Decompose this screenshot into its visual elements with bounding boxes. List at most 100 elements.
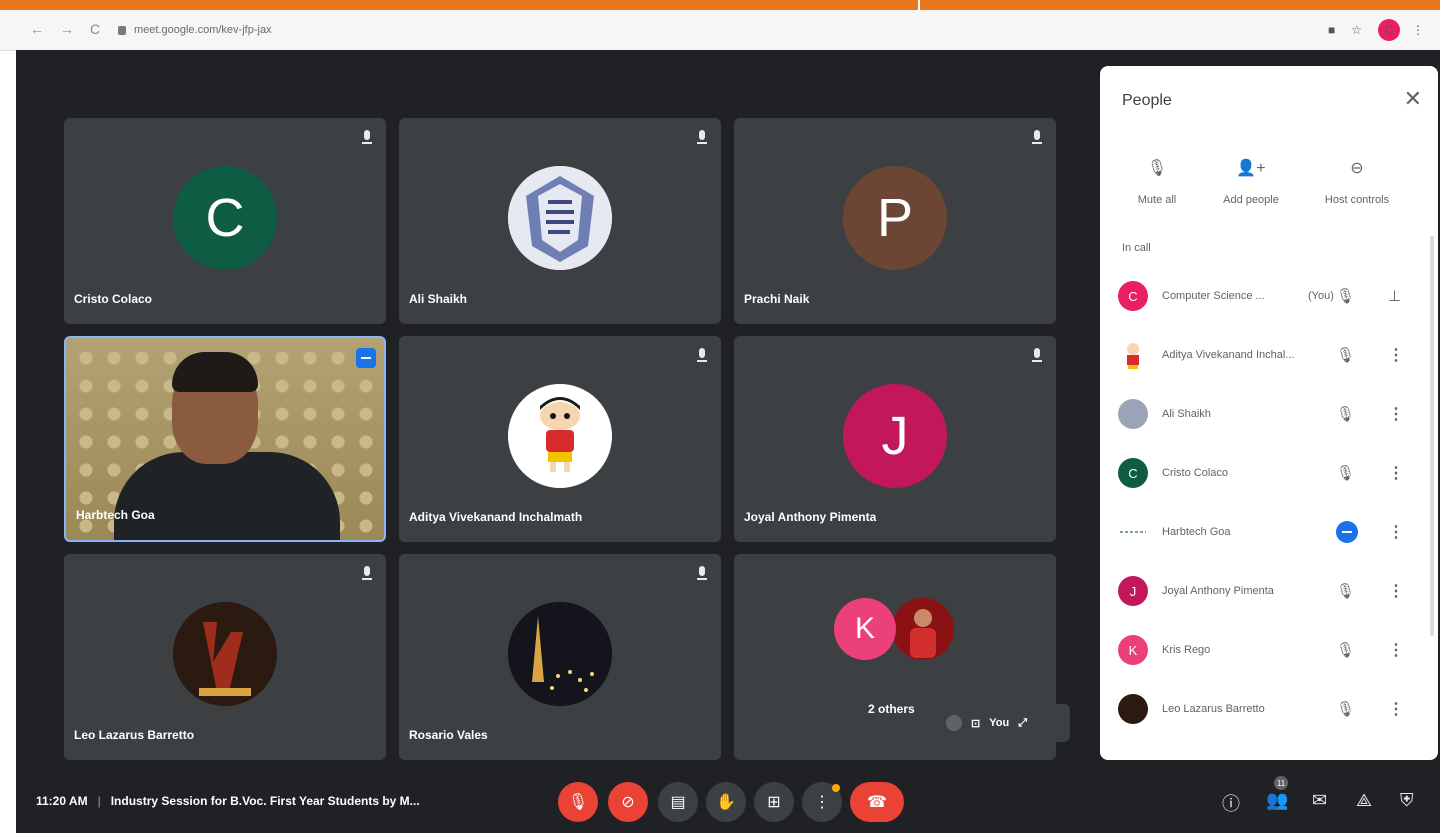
mic-off-icon: 🎙 — [1336, 288, 1356, 305]
list-item[interactable]: Aditya Vivekanand Inchal... 🎙 ⋮ — [1118, 335, 1424, 375]
cartoon-avatar-icon — [508, 384, 612, 488]
mic-off-icon: 🎙 — [1336, 406, 1356, 423]
add-people-button[interactable]: 👤+ Add people — [1206, 158, 1296, 206]
participant-name: Aditya Vivekanand Inchal... — [1162, 349, 1295, 361]
list-item[interactable]: Harbtech Goa ⋮ — [1118, 512, 1424, 552]
more-options-icon[interactable]: ⋮ — [1388, 699, 1404, 719]
mic-off-icon: 🎙 — [1146, 160, 1168, 177]
close-icon[interactable]: ✕ — [1404, 88, 1422, 110]
browser-menu-icon[interactable]: ⋮ — [1412, 23, 1424, 37]
raise-hand-button[interactable]: ✋ — [706, 782, 746, 822]
participant-tile[interactable]: P Prachi Naik — [734, 118, 1056, 324]
avatar — [1118, 694, 1148, 724]
avatar — [173, 602, 277, 706]
participant-tile[interactable]: Leo Lazarus Barretto — [64, 554, 386, 760]
activities-icon[interactable]: ⟁ — [1356, 790, 1372, 811]
panel-scrollbar[interactable] — [1430, 236, 1434, 636]
participant-tile[interactable]: Ali Shaikh — [399, 118, 721, 324]
night-city-avatar-icon — [508, 602, 612, 706]
more-options-icon[interactable]: ⋮ — [1388, 345, 1404, 365]
list-item[interactable]: J Joyal Anthony Pimenta 🎙 ⋮ — [1118, 571, 1424, 611]
avatar — [508, 602, 612, 706]
avatar — [1118, 340, 1148, 370]
chat-icon[interactable]: ✉ — [1312, 790, 1327, 811]
mic-icon — [362, 566, 372, 580]
list-item[interactable]: K Kris Rego 🎙 ⋮ — [1118, 630, 1424, 670]
more-options-icon: ⋮ — [814, 794, 830, 811]
avatar — [508, 384, 612, 488]
browser-toolbar: ← → C meet.google.com/kev-jfp-jax ■ ☆ C … — [0, 10, 1440, 51]
participant-name: Ali Shaikh — [1162, 408, 1211, 420]
expand-icon[interactable]: ⤢ — [1018, 717, 1027, 730]
more-options-icon[interactable]: ⋮ — [1388, 581, 1404, 601]
pip-layout-icon[interactable]: ⊡ — [971, 717, 980, 730]
camera-toggle-button[interactable]: ⊘ — [608, 782, 648, 822]
avatar: P — [843, 166, 947, 270]
meeting-details-icon[interactable]: ⓘ — [1222, 790, 1240, 816]
captions-icon: ▤ — [670, 794, 686, 811]
more-options-button[interactable]: ⋮ — [802, 782, 842, 822]
participant-tile[interactable]: J Joyal Anthony Pimenta — [734, 336, 1056, 542]
list-item[interactable]: C Computer Science ... (You) 🎙 ⊥ — [1118, 276, 1424, 316]
more-options-icon[interactable]: ⋮ — [1388, 463, 1404, 483]
mic-icon — [362, 130, 372, 144]
pin-icon[interactable]: ⊥ — [1388, 287, 1401, 305]
host-controls-button[interactable]: ⊖ Host controls — [1312, 158, 1402, 206]
avatar: K — [1118, 635, 1148, 665]
more-options-icon[interactable]: ⋮ — [1388, 404, 1404, 424]
mic-off-icon: 🎙 — [1336, 701, 1356, 718]
toggle-icon: ⊖ — [1350, 160, 1364, 177]
participant-name: Joyal Anthony Pimenta — [1162, 585, 1274, 597]
host-controls-icon[interactable]: ⛨ — [1400, 790, 1414, 811]
self-avatar — [946, 715, 962, 731]
back-icon[interactable]: ← — [30, 21, 44, 37]
list-item[interactable]: C Cristo Colaco 🎙 ⋮ — [1118, 453, 1424, 493]
address-bar[interactable]: meet.google.com/kev-jfp-jax — [118, 19, 538, 41]
self-view-label: You — [989, 717, 1010, 729]
participant-name: Harbtech Goa — [76, 508, 155, 522]
participant-tile-active[interactable]: Harbtech Goa — [64, 336, 386, 542]
participant-name: Cristo Colaco — [74, 292, 153, 306]
forward-icon[interactable]: → — [60, 21, 74, 37]
more-options-icon[interactable]: ⋮ — [1388, 522, 1404, 542]
browser-actions: ■ ☆ C ⋮ — [1328, 18, 1440, 42]
avatar: C — [1118, 281, 1148, 311]
self-view-pip[interactable]: ⊡ You ⤢ — [936, 704, 1070, 742]
others-count-label: 2 others — [868, 702, 915, 716]
mic-toggle-button[interactable]: 🎙 — [558, 782, 598, 822]
participant-name: Kris Rego — [1162, 644, 1211, 656]
meeting-info: 11:20 AM | Industry Session for B.Voc. Fir… — [36, 794, 420, 808]
mute-all-button[interactable]: 🎙 Mute all — [1112, 158, 1202, 206]
participant-tile[interactable]: C Cristo Colaco — [64, 118, 386, 324]
mic-icon — [1032, 130, 1042, 144]
participant-name: Leo Lazarus Barretto — [1162, 703, 1265, 715]
participant-name: Joyal Anthony Pimenta — [744, 510, 877, 524]
reload-icon[interactable]: C — [90, 21, 100, 37]
avatar: C — [1118, 458, 1148, 488]
top-accent-strip — [0, 0, 1440, 10]
list-item[interactable]: Leo Lazarus Barretto 🎙 ⋮ — [1118, 689, 1424, 729]
url-text: meet.google.com/kev-jfp-jax — [134, 24, 272, 36]
avatar: J — [1118, 576, 1148, 606]
camera-indicator-icon[interactable]: ■ — [1328, 23, 1335, 37]
profile-avatar[interactable]: C — [1378, 19, 1400, 41]
participant-tile[interactable]: Aditya Vivekanand Inchalmath — [399, 336, 721, 542]
mic-icon — [1032, 348, 1042, 362]
participant-name: Computer Science ... — [1162, 290, 1265, 302]
panel-title: People — [1122, 92, 1172, 109]
people-icon[interactable]: 👥 11 — [1266, 776, 1288, 811]
leave-call-button[interactable]: ☎ — [850, 782, 904, 822]
mic-icon — [697, 566, 707, 580]
hand-icon: ✋ — [716, 794, 736, 811]
hang-up-icon: ☎ — [867, 794, 887, 811]
camera-off-icon: ⊘ — [621, 794, 635, 811]
present-button[interactable]: ⊞ — [754, 782, 794, 822]
bookmark-star-icon[interactable]: ☆ — [1351, 23, 1362, 37]
participant-name: Rosario Vales — [409, 728, 488, 742]
participant-tile[interactable]: Rosario Vales — [399, 554, 721, 760]
captions-button[interactable]: ▤ — [658, 782, 698, 822]
video-person-hair — [172, 352, 258, 392]
present-icon: ⊞ — [767, 794, 781, 811]
more-options-icon[interactable]: ⋮ — [1388, 640, 1404, 660]
list-item[interactable]: Ali Shaikh 🎙 ⋮ — [1118, 394, 1424, 434]
